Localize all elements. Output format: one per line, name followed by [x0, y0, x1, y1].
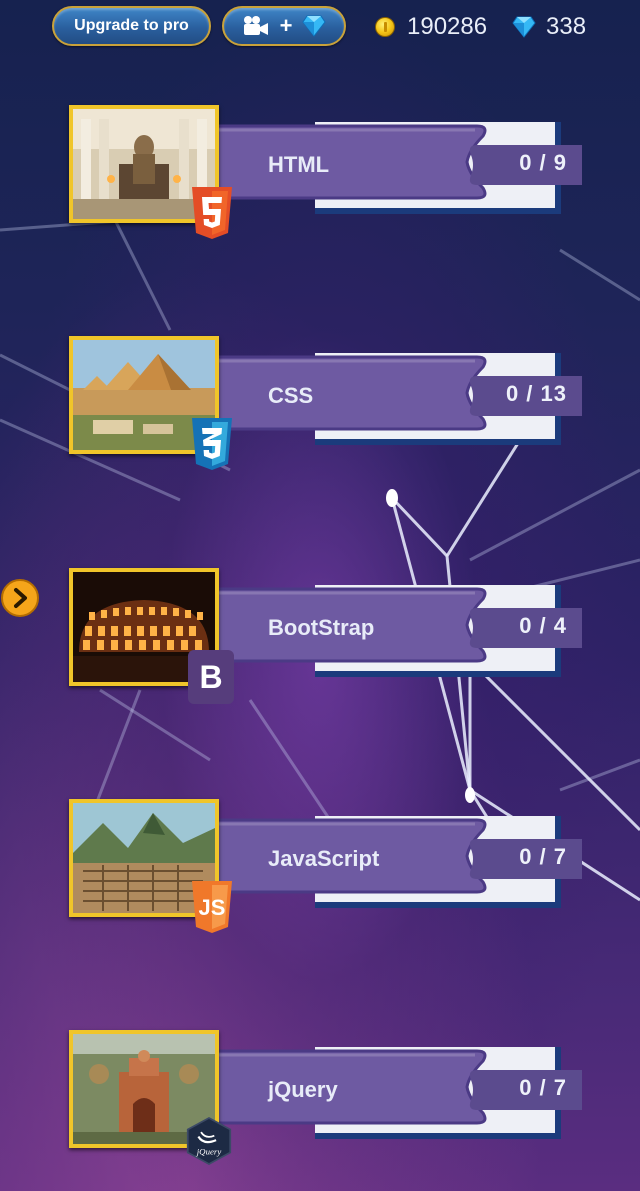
level-progress: 0 / 7	[519, 844, 567, 869]
level-title: CSS	[268, 383, 314, 408]
gem-balance: 338	[512, 10, 586, 44]
html5-icon	[192, 187, 232, 239]
level-progress: 0 / 13	[505, 381, 567, 406]
coin-icon	[375, 17, 395, 37]
level-row-css[interactable]: CSS 0 / 13	[0, 336, 640, 470]
bootstrap-letter: B	[199, 659, 222, 695]
level-banner[interactable]: CSS 0 / 13	[205, 353, 582, 445]
coin-balance: 190286	[375, 10, 487, 44]
level-row-javascript[interactable]: JavaScript 0 / 7 JS	[0, 799, 640, 933]
gem-count: 338	[546, 13, 587, 40]
level-title: HTML	[268, 152, 330, 177]
top-bar: Upgrade to pro + 190286 338	[0, 0, 640, 56]
banner-ribbon	[205, 124, 487, 200]
plus-sign: +	[279, 13, 293, 38]
level-title: BootStrap	[268, 615, 375, 640]
level-banner[interactable]: BootStrap 0 / 4	[205, 585, 582, 677]
css3-icon	[192, 418, 232, 470]
level-banner[interactable]: HTML 0 / 9	[205, 122, 582, 214]
level-progress: 0 / 4	[519, 613, 567, 638]
js-letters: JS	[199, 895, 226, 920]
watch-video-for-gems-button[interactable]: +	[222, 6, 346, 46]
level-title: JavaScript	[268, 846, 380, 871]
level-row-jquery[interactable]: jQuery 0 / 7 jQuery	[0, 1030, 640, 1166]
level-progress: 0 / 7	[519, 1075, 567, 1100]
upgrade-label: Upgrade to pro	[74, 17, 189, 34]
level-banner[interactable]: JavaScript 0 / 7	[205, 816, 582, 908]
level-title: jQuery	[268, 1077, 338, 1102]
coin-count: 190286	[407, 13, 488, 40]
jquery-text: jQuery	[196, 1146, 222, 1156]
bootstrap-icon: B	[188, 650, 234, 704]
gem-icon	[512, 16, 536, 38]
level-banner[interactable]: jQuery 0 / 7	[205, 1047, 582, 1139]
video-camera-icon	[243, 16, 268, 35]
level-progress: 0 / 9	[519, 150, 567, 175]
jquery-icon: jQuery	[186, 1116, 232, 1166]
gem-icon	[302, 15, 327, 37]
banner-ribbon	[205, 355, 487, 431]
upgrade-to-pro-button[interactable]: Upgrade to pro	[52, 6, 211, 46]
level-row-bootstrap[interactable]: BootStrap 0 / 4 B	[0, 568, 640, 704]
js-icon: JS	[192, 881, 232, 933]
level-row-html[interactable]: HTML 0 / 9	[0, 105, 640, 239]
banner-ribbon	[205, 1049, 487, 1125]
